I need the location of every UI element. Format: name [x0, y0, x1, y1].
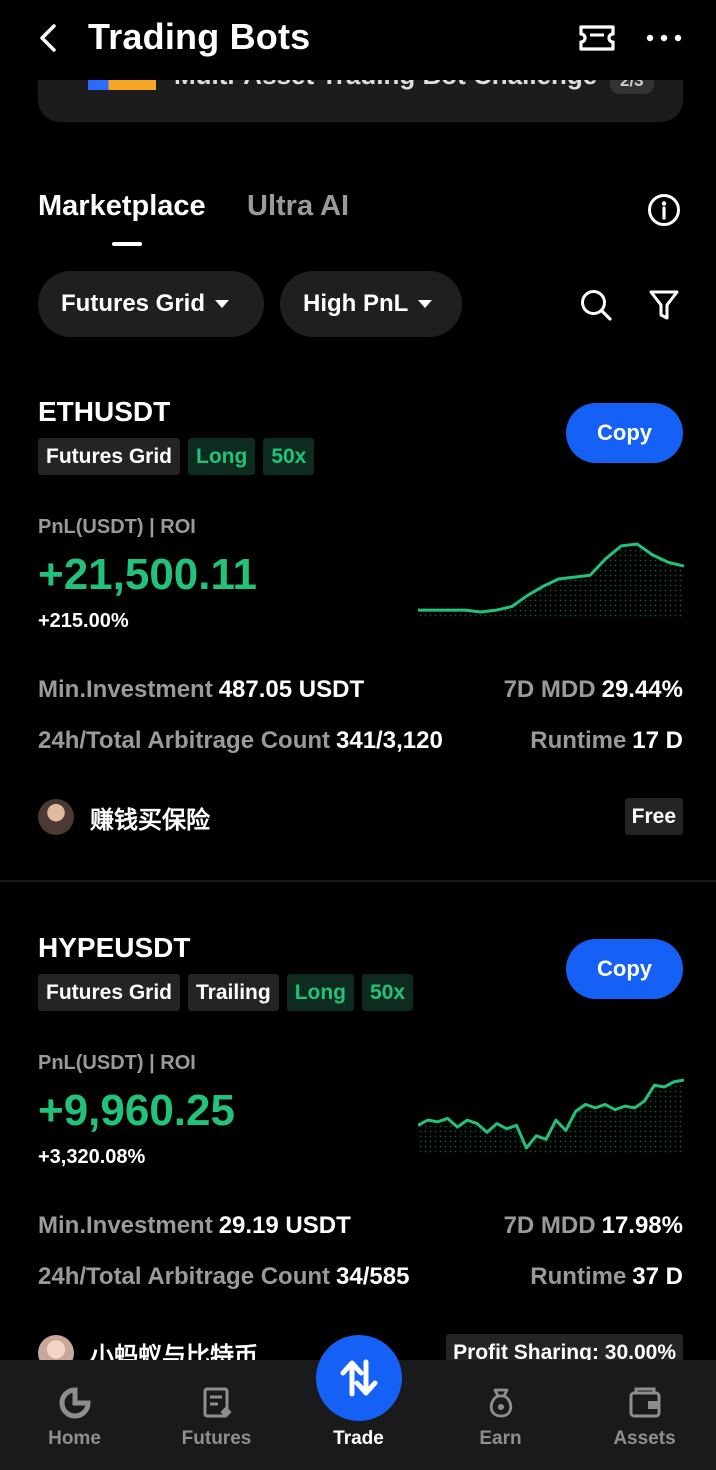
copy-button[interactable]: Copy [566, 403, 683, 463]
nav-earn-label: Earn [479, 1428, 522, 1449]
mdd-label: 7D MDD [503, 1212, 596, 1239]
runtime-label: Runtime [530, 1263, 627, 1290]
min-investment-value: 29.19 USDT [218, 1212, 351, 1239]
investment-row: Min.Investment 487.05 USDT 7D MDD 29.44% [38, 676, 683, 708]
card-divider [0, 880, 716, 882]
min-investment-label: Min.Investment [38, 676, 213, 703]
fee-badge: Free [624, 798, 683, 835]
nav-assets[interactable]: Assets [573, 1360, 716, 1470]
bot-card[interactable]: ETHUSDT Futures Grid Long 50x Copy PnL(U… [0, 380, 716, 880]
nav-home-label: Home [48, 1428, 101, 1449]
runtime-value: 17 D [632, 727, 683, 754]
bot-tabs: Marketplace Ultra AI [38, 190, 683, 250]
strategy-type-dropdown[interactable]: Futures Grid [38, 271, 264, 337]
roi-value: +215.00% [38, 610, 129, 632]
tab-marketplace[interactable]: Marketplace [38, 190, 206, 223]
tag-mode: Trailing [188, 974, 279, 1011]
min-investment-label: Min.Investment [38, 1212, 213, 1239]
avatar [38, 799, 74, 835]
tag-direction: Long [286, 974, 355, 1011]
bot-owner[interactable]: 赚钱买保险 [38, 798, 210, 836]
investment-row: Min.Investment 29.19 USDT 7D MDD 17.98% [38, 1212, 683, 1244]
arbitrage-value: 341/3,120 [336, 727, 443, 754]
earn-icon [489, 1388, 512, 1418]
pnl-label: PnL(USDT) | ROI [38, 1052, 196, 1074]
arbitrage-value: 34/585 [336, 1263, 410, 1290]
filter-icon[interactable] [648, 288, 680, 322]
tag-strategy: Futures Grid [38, 974, 181, 1011]
min-investment-value: 487.05 USDT [218, 676, 365, 703]
nav-futures-label: Futures [181, 1428, 252, 1449]
chevron-down-icon [418, 300, 433, 308]
nav-home[interactable]: Home [3, 1360, 146, 1470]
arbitrage-row: 24h/Total Arbitrage Count 34/585 Runtime 3… [38, 1263, 683, 1295]
trade-button[interactable] [316, 1335, 402, 1421]
owner-name: 赚钱买保险 [90, 806, 210, 834]
strategy-type-label: Futures Grid [61, 290, 206, 317]
pnl-label: PnL(USDT) | ROI [38, 516, 196, 538]
bot-card[interactable]: HYPEUSDT Futures Grid Trailing Long 50x … [0, 916, 716, 1371]
mdd-value: 17.98% [601, 1212, 683, 1239]
bot-symbol: ETHUSDT [38, 396, 171, 427]
info-icon[interactable] [647, 193, 681, 227]
tag-leverage: 50x [263, 438, 315, 475]
app-header: Trading Bots [0, 0, 716, 80]
pnl-value: +9,960.25 [38, 1086, 235, 1135]
trade-icon [340, 1359, 378, 1397]
tag-direction: Long [188, 438, 256, 475]
runtime-value: 37 D [632, 1263, 683, 1290]
runtime-label: Runtime [530, 727, 627, 754]
nav-assets-label: Assets [613, 1428, 676, 1449]
page-title: Trading Bots [88, 16, 311, 57]
roi-value: +3,320.08% [38, 1146, 146, 1168]
pnl-sparkline [418, 1078, 684, 1154]
nav-earn[interactable]: Earn [429, 1360, 572, 1470]
active-tab-indicator [112, 242, 142, 246]
futures-icon [203, 1387, 232, 1418]
nav-futures[interactable]: Futures [145, 1360, 288, 1470]
back-arrow-icon[interactable] [30, 18, 70, 58]
pnl-value: +21,500.11 [38, 550, 258, 599]
copy-button[interactable]: Copy [566, 939, 683, 999]
mdd-label: 7D MDD [503, 676, 596, 703]
tab-ultra-ai[interactable]: Ultra AI [247, 190, 349, 223]
chevron-down-icon [215, 300, 230, 308]
bot-tags: Futures Grid Long 50x [38, 438, 315, 475]
assets-icon [629, 1387, 660, 1418]
sort-dropdown[interactable]: High PnL [280, 271, 462, 337]
sort-label: High PnL [303, 290, 409, 317]
arbitrage-row: 24h/Total Arbitrage Count 341/3,120 Runti… [38, 727, 683, 759]
more-options-icon[interactable] [640, 20, 690, 56]
sparkline-area [418, 1080, 684, 1154]
bot-tags: Futures Grid Trailing Long 50x [38, 974, 414, 1011]
pnl-sparkline [418, 542, 684, 618]
bot-symbol: HYPEUSDT [38, 932, 191, 963]
arbitrage-label: 24h/Total Arbitrage Count [38, 727, 331, 754]
tag-strategy: Futures Grid [38, 438, 181, 475]
arbitrage-label: 24h/Total Arbitrage Count [38, 1263, 331, 1290]
search-icon[interactable] [579, 288, 613, 322]
ticket-icon[interactable] [576, 20, 618, 56]
tag-leverage: 50x [362, 974, 414, 1011]
mdd-value: 29.44% [601, 676, 683, 703]
nav-trade-label: Trade [333, 1428, 384, 1449]
home-icon [59, 1387, 91, 1419]
